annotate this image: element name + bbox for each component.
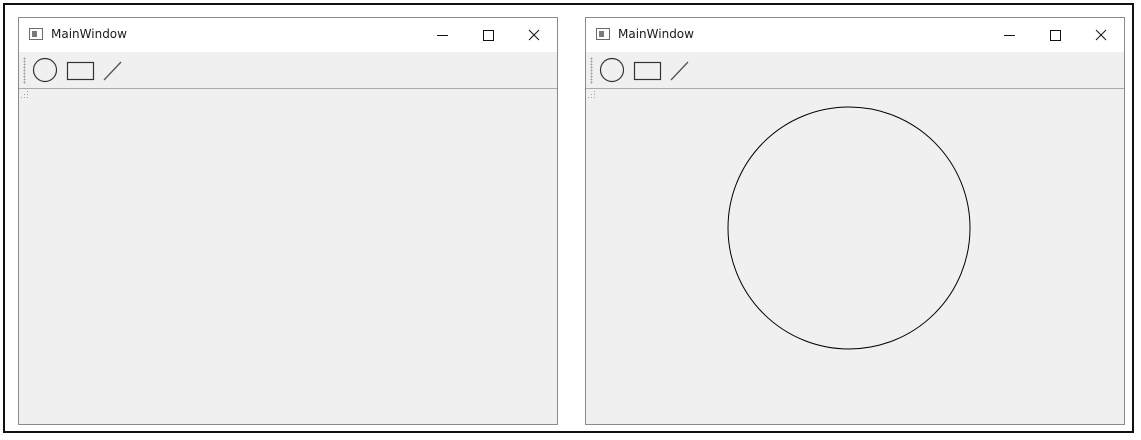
minimize-icon [437, 35, 448, 36]
rectangle-icon [633, 61, 662, 81]
canvas-drawing-layer [727, 106, 971, 350]
line-tool-button[interactable] [101, 56, 127, 84]
window-title: MainWindow [618, 27, 694, 41]
circle-tool-button[interactable] [31, 56, 59, 84]
maximize-icon [483, 30, 494, 41]
line-icon [103, 61, 122, 81]
maximize-icon [1050, 30, 1061, 41]
resize-grip-icon[interactable] [586, 89, 596, 99]
app-window-icon [29, 28, 43, 40]
line-icon [670, 61, 689, 81]
window-title: MainWindow [51, 27, 127, 41]
drawing-canvas[interactable] [586, 89, 1124, 424]
title-bar[interactable]: MainWindow [19, 18, 557, 52]
main-window-with-circle: MainWindow [585, 17, 1125, 425]
toolbar [586, 52, 1124, 89]
rectangle-tool-button[interactable] [631, 56, 663, 84]
close-button[interactable] [511, 18, 557, 52]
minimize-button[interactable] [419, 18, 465, 52]
resize-grip-icon[interactable] [19, 89, 29, 99]
main-window-empty: MainWindow [18, 17, 558, 425]
circle-tool-button[interactable] [598, 56, 626, 84]
close-icon [528, 29, 540, 41]
circle-icon [32, 57, 58, 83]
maximize-button[interactable] [465, 18, 511, 52]
toolbar-grip[interactable] [23, 57, 26, 84]
title-bar[interactable]: MainWindow [586, 18, 1124, 52]
close-button[interactable] [1078, 18, 1124, 52]
rectangle-tool-button[interactable] [64, 56, 96, 84]
app-window-icon [596, 28, 610, 40]
line-tool-button[interactable] [668, 56, 694, 84]
rectangle-icon [66, 61, 95, 81]
minimize-button[interactable] [986, 18, 1032, 52]
drawing-canvas[interactable] [19, 89, 557, 424]
close-icon [1095, 29, 1107, 41]
circle-icon [599, 57, 625, 83]
minimize-icon [1004, 35, 1015, 36]
toolbar-grip[interactable] [590, 57, 593, 84]
drawn-circle[interactable] [727, 106, 971, 350]
toolbar [19, 52, 557, 89]
maximize-button[interactable] [1032, 18, 1078, 52]
